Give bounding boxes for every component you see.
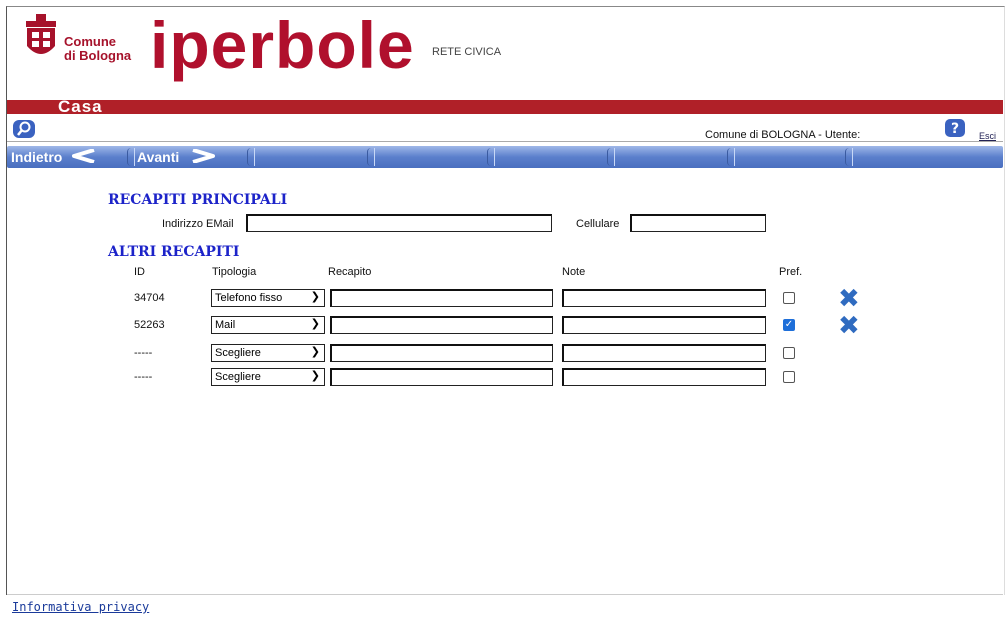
pref-checkbox[interactable] [783,371,795,383]
section-bar [7,100,1003,114]
row-id: ----- [134,371,153,383]
tipologia-value: Mail [215,319,236,331]
nav-separator [607,148,615,166]
nav-separator [845,148,853,166]
privacy-link[interactable]: Informativa privacy [12,600,149,614]
tipologia-select[interactable]: Mail ❯ [211,316,325,334]
col-pref: Pref. [779,266,803,278]
comune-logo-text: Comune di Bologna [64,35,131,63]
delete-x-icon[interactable]: ✖ [838,286,860,312]
nav-separator [487,148,495,166]
recapito-input[interactable] [330,368,553,386]
pref-checkbox[interactable] [783,292,795,304]
brand-title: iperbole [150,8,415,82]
pref-checkbox[interactable] [783,347,795,359]
tipologia-value: Scegliere [215,347,261,359]
email-label: Indirizzo EMail [162,218,234,230]
forward-button[interactable]: Avanti [137,146,217,168]
row-id: ----- [134,347,153,359]
col-id: ID [134,266,145,278]
search-icon[interactable] [12,119,36,139]
back-button[interactable]: Indietro [11,146,96,168]
tipologia-select[interactable]: Telefono fisso ❯ [211,289,325,307]
comune-line1: Comune [64,34,116,49]
logout-link[interactable]: Esci [979,131,996,141]
footer-divider [7,594,1003,595]
col-note: Note [562,266,586,278]
row-id: 34704 [134,292,165,304]
tipologia-select[interactable]: Scegliere ❯ [211,368,325,386]
checkmark-icon: ✓ [784,319,794,330]
cellulare-field[interactable] [630,214,766,232]
nav-separator [727,148,735,166]
altri-heading: ALTRI RECAPITI [108,244,240,260]
email-field[interactable] [246,214,552,232]
recapito-input[interactable] [330,344,553,362]
chevron-down-icon: ❯ [310,369,320,382]
arrow-right-icon [192,148,216,164]
back-label: Indietro [11,149,63,165]
comune-crest-icon [26,14,56,54]
delete-x-icon[interactable]: ✖ [838,313,860,339]
section-title: Casa [58,97,103,116]
svg-text:?: ? [951,121,959,137]
recapito-input[interactable] [330,289,553,307]
user-status: Comune di BOLOGNA - Utente: [705,129,861,141]
row-id: 52263 [134,319,165,331]
tipologia-value: Scegliere [215,371,261,383]
brand-tagline: RETE CIVICA [432,46,502,58]
pref-checkbox[interactable]: ✓ [783,319,795,331]
arrow-left-icon [72,148,95,164]
comune-line2: di Bologna [64,48,132,63]
chevron-down-icon: ❯ [310,290,320,303]
note-input[interactable] [562,316,766,334]
note-input[interactable] [562,344,766,362]
col-recapito: Recapito [328,266,372,278]
tipologia-value: Telefono fisso [215,292,283,304]
principali-heading: RECAPITI PRINCIPALI [108,192,288,208]
recapito-input[interactable] [330,316,553,334]
chevron-down-icon: ❯ [310,317,320,330]
col-tipologia: Tipologia [212,266,257,278]
forward-label: Avanti [137,149,180,165]
nav-separator [247,148,255,166]
help-icon[interactable]: ? [944,118,966,138]
note-input[interactable] [562,289,766,307]
nav-separator [367,148,375,166]
cellulare-label: Cellulare [576,218,620,230]
chevron-down-icon: ❯ [310,345,320,358]
status-divider [7,141,1003,142]
tipologia-select[interactable]: Scegliere ❯ [211,344,325,362]
note-input[interactable] [562,368,766,386]
nav-bar: Indietro Avanti [7,146,1003,168]
nav-separator [127,148,135,166]
